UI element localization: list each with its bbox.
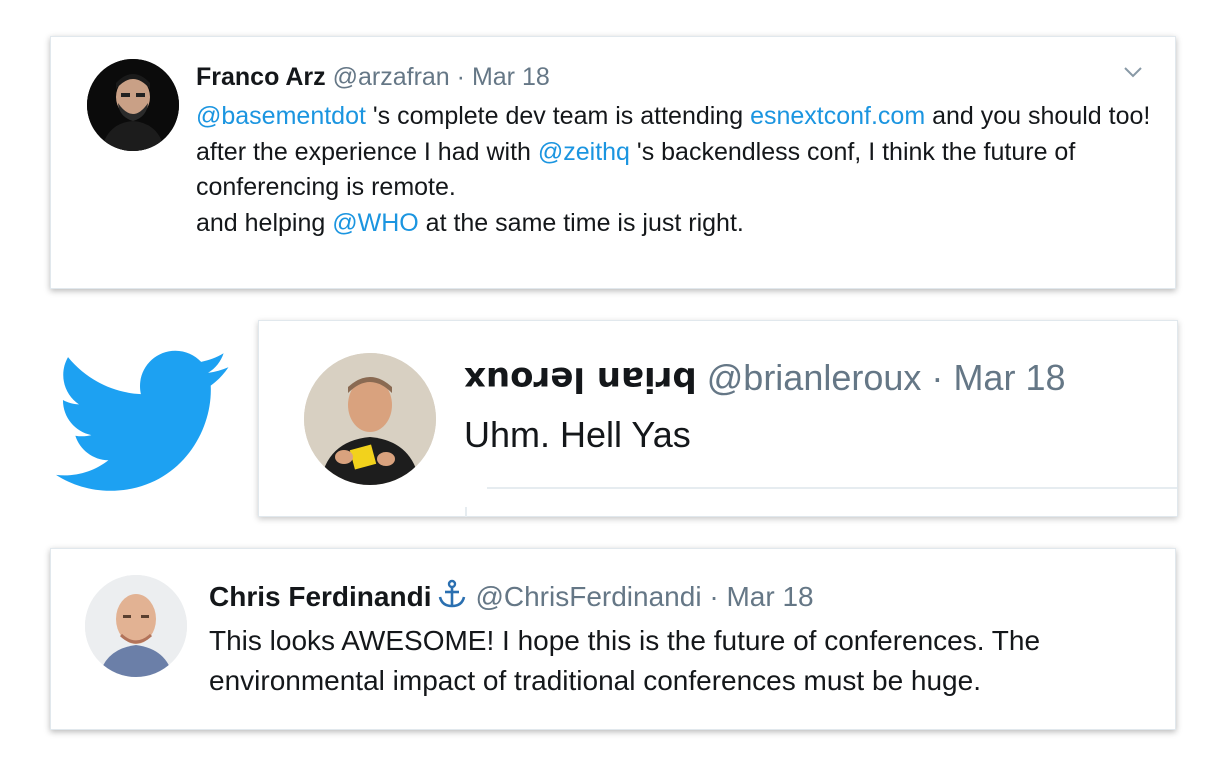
tweet-card-franco[interactable]: Franco Arz @arzafran · Mar 18 @basementd… [50, 36, 1176, 289]
tweet-date[interactable]: Mar 18 [472, 63, 550, 91]
avatar[interactable] [85, 575, 187, 677]
divider [487, 487, 1177, 489]
tweet-text: @basementdot 's complete dev team is att… [196, 99, 1156, 241]
text-segment: after the experience I had with [196, 137, 538, 166]
tweet-header: Franco Arz @arzafran · Mar 18 [196, 62, 550, 92]
tweet-card-chris[interactable]: Chris Ferdinandi @ChrisFerdinandi · Mar … [50, 548, 1176, 730]
mention-basementdot[interactable]: @basementdot [196, 102, 366, 130]
author-handle[interactable]: @ChrisFerdinandi [475, 581, 701, 612]
author-name[interactable]: brian leroux [464, 358, 697, 400]
chevron-down-icon[interactable] [1123, 65, 1143, 79]
tweet-header: Chris Ferdinandi @ChrisFerdinandi · Mar … [209, 579, 814, 614]
separator: · [709, 581, 719, 612]
anchor-icon [439, 579, 466, 608]
author-handle[interactable]: @arzafran [333, 63, 450, 91]
mention-who[interactable]: @WHO [332, 209, 418, 237]
text-segment: and helping [196, 208, 333, 237]
link-esnextconf[interactable]: esnextconf.com [750, 102, 925, 130]
tweet-date[interactable]: Mar 18 [953, 357, 1065, 398]
separator: · [931, 357, 944, 398]
text-segment: and you should too! [925, 102, 1151, 130]
avatar[interactable] [304, 353, 436, 485]
tweet-date[interactable]: Mar 18 [726, 581, 813, 612]
text-segment: 's complete dev team is attending [365, 102, 751, 130]
tweet-text: Uhm. Hell Yas [464, 414, 691, 455]
tweet-text: This looks AWESOME! I hope this is the f… [209, 625, 1041, 696]
author-name[interactable]: Chris Ferdinandi [209, 581, 431, 612]
avatar[interactable] [87, 59, 179, 151]
tweet-header: brian leroux @brianleroux · Mar 18 [464, 357, 1065, 400]
divider [465, 507, 467, 517]
author-handle[interactable]: @brianleroux [707, 357, 922, 398]
text-segment: at the same time is just right. [418, 208, 744, 237]
twitter-bird-icon [56, 350, 229, 491]
author-name[interactable]: Franco Arz [196, 63, 326, 91]
tweet-card-brian[interactable]: brian leroux @brianleroux · Mar 18 Uhm. … [258, 320, 1178, 517]
mention-zeithq[interactable]: @zeithq [538, 138, 630, 166]
separator: · [456, 63, 465, 91]
